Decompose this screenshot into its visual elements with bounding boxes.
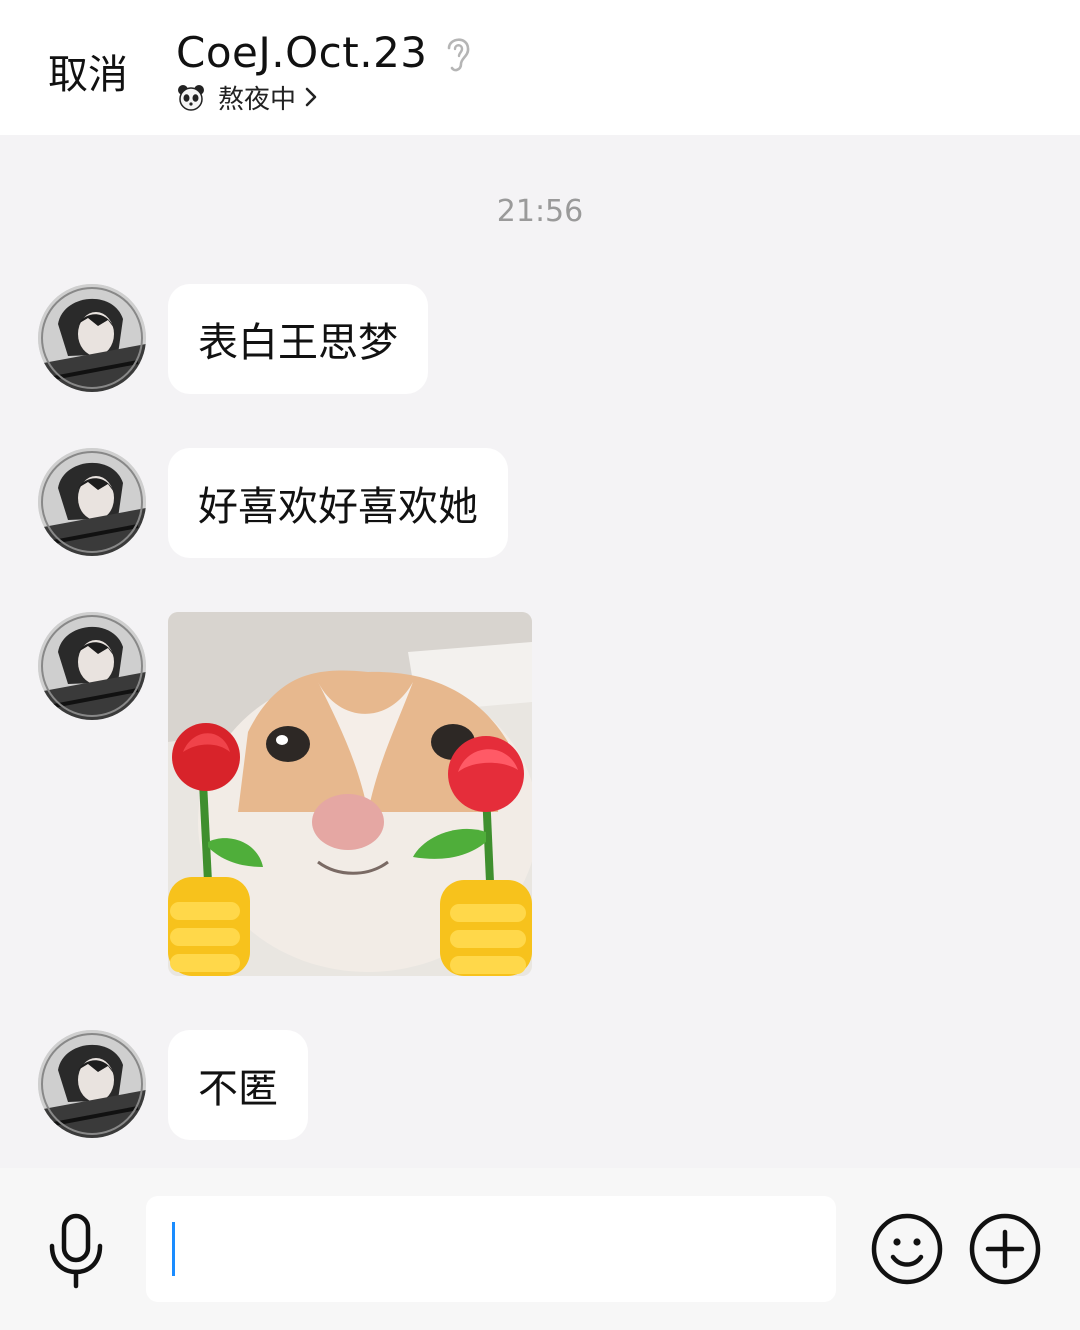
plus-circle-icon[interactable] [968,1212,1042,1286]
text-caret [172,1222,175,1276]
message-input[interactable] [146,1196,836,1302]
mic-icon[interactable] [44,1212,108,1290]
avatar[interactable] [38,1030,146,1138]
avatar[interactable] [38,448,146,556]
smiley-icon[interactable] [870,1212,944,1286]
panda-icon [178,85,204,111]
avatar[interactable] [38,612,146,720]
avatar-image [38,1030,146,1138]
ear-icon[interactable] [442,32,474,76]
message-timestamp: 21:56 [496,194,584,229]
status-text: 熬夜中 [218,84,297,115]
status-row[interactable]: 熬夜中 [176,80,318,115]
cat-holding-roses-sticker[interactable] [168,612,532,976]
message-bubble[interactable]: 表白王思梦 [168,284,428,394]
chevron-right-icon [305,87,317,107]
avatar-image [38,612,146,720]
avatar-image [38,284,146,392]
avatar-image [38,448,146,556]
message-bubble[interactable]: 不匿 [168,1030,308,1140]
cancel-button[interactable]: 取消 [48,42,128,100]
message-bubble[interactable]: 好喜欢好喜欢她 [168,448,508,558]
chat-screen: 取消 CoeJ.Oct.23 熬夜中 21:56 表白王思梦 好喜欢好喜欢她 不… [0,0,1080,1330]
contact-name[interactable]: CoeJ.Oct.23 [176,28,428,77]
input-bar [0,1168,1080,1330]
chat-header: 取消 CoeJ.Oct.23 熬夜中 [0,0,1080,135]
avatar[interactable] [38,284,146,392]
